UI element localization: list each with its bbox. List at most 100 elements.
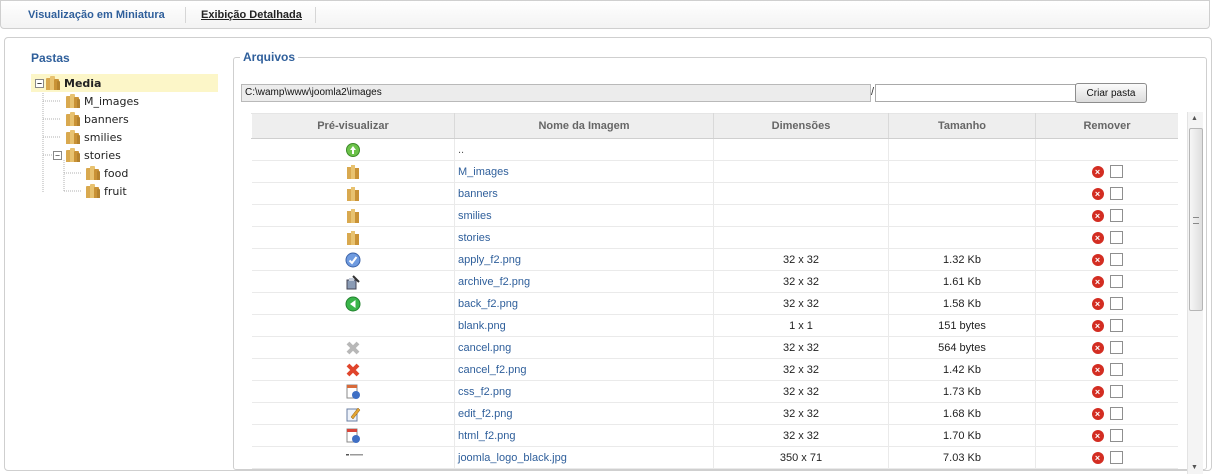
remove-checkbox[interactable] <box>1109 209 1123 222</box>
table-row[interactable]: cancel.png 32 x 32 564 bytes × <box>251 336 1178 359</box>
table-row[interactable]: edit_f2.png 32 x 32 1.68 Kb × <box>251 402 1178 425</box>
tab-divider <box>315 7 316 23</box>
file-name-link[interactable]: cancel.png <box>458 342 511 354</box>
collapse-icon[interactable]: − <box>35 78 44 88</box>
delete-icon[interactable]: × <box>1091 209 1104 222</box>
table-row[interactable]: .. <box>251 138 1178 161</box>
remove-checkbox[interactable] <box>1109 363 1123 376</box>
back-icon[interactable] <box>345 296 361 312</box>
folder-icon[interactable] <box>345 208 361 224</box>
image-name-cell: joomla_logo_black.jpg <box>454 446 714 469</box>
table-row[interactable]: stories × <box>251 226 1178 249</box>
preview-cell <box>251 380 455 403</box>
folder-tree-item-smilies[interactable]: smilies <box>65 128 122 146</box>
delete-icon[interactable]: × <box>1091 319 1104 332</box>
archive-icon[interactable] <box>345 274 361 290</box>
file-name-link[interactable]: cancel_f2.png <box>458 364 527 376</box>
scroll-up-arrow-icon[interactable]: ▲ <box>1191 115 1198 122</box>
remove-checkbox[interactable] <box>1109 341 1123 354</box>
preview-cell <box>251 402 455 425</box>
up-folder-icon[interactable] <box>345 142 361 158</box>
file-name-link[interactable]: apply_f2.png <box>458 254 521 266</box>
collapse-icon[interactable]: − <box>53 150 62 160</box>
folder-tree-item-stories[interactable]: − stories <box>53 146 121 164</box>
file-name-link[interactable]: archive_f2.png <box>458 276 530 288</box>
table-row[interactable]: blank.png 1 x 1 151 bytes × <box>251 314 1178 337</box>
cancel-red-icon[interactable] <box>345 362 361 378</box>
folder-tree-item-banners[interactable]: banners <box>65 110 129 128</box>
image-name-cell: stories <box>454 226 714 249</box>
delete-icon[interactable]: × <box>1091 341 1104 354</box>
cancel-gray-icon[interactable] <box>345 340 361 356</box>
delete-icon[interactable]: × <box>1091 429 1104 442</box>
new-folder-input[interactable] <box>875 84 1076 102</box>
dimensions-cell: 32 x 32 <box>713 402 889 425</box>
joomla-logo-thumb-icon[interactable] <box>345 450 363 466</box>
delete-icon[interactable]: × <box>1091 275 1104 288</box>
remove-checkbox[interactable] <box>1109 297 1123 310</box>
css-file-icon[interactable] <box>345 384 361 400</box>
folder-icon[interactable] <box>345 186 361 202</box>
folder-tree-item-fruit[interactable]: fruit <box>85 182 127 200</box>
table-row[interactable]: joomla_logo_black.jpg 350 x 71 7.03 Kb × <box>251 446 1178 469</box>
folder-tree-root[interactable]: − Media <box>31 74 218 92</box>
table-row[interactable]: smilies × <box>251 204 1178 227</box>
folder-icon[interactable] <box>345 164 361 180</box>
delete-icon[interactable]: × <box>1091 451 1104 464</box>
delete-icon[interactable]: × <box>1091 253 1104 266</box>
file-name-link[interactable]: css_f2.png <box>458 386 511 398</box>
folder-icon <box>85 184 101 198</box>
parent-directory-link[interactable]: .. <box>458 144 464 156</box>
file-name-link[interactable]: smilies <box>458 210 492 222</box>
remove-checkbox[interactable] <box>1109 319 1123 332</box>
remove-checkbox[interactable] <box>1109 253 1123 266</box>
table-row[interactable]: html_f2.png 32 x 32 1.70 Kb × <box>251 424 1178 447</box>
create-folder-button[interactable]: Criar pasta <box>1075 83 1147 103</box>
file-name-link[interactable]: M_images <box>458 166 509 178</box>
table-row[interactable]: M_images × <box>251 160 1178 183</box>
remove-checkbox[interactable] <box>1109 429 1123 442</box>
file-name-link[interactable]: joomla_logo_black.jpg <box>458 452 567 464</box>
file-name-link[interactable]: edit_f2.png <box>458 408 512 420</box>
delete-icon[interactable]: × <box>1091 363 1104 376</box>
delete-icon[interactable]: × <box>1091 385 1104 398</box>
folder-icon[interactable] <box>345 230 361 246</box>
remove-checkbox[interactable] <box>1109 187 1123 200</box>
delete-icon[interactable]: × <box>1091 187 1104 200</box>
table-row[interactable]: cancel_f2.png 32 x 32 1.42 Kb × <box>251 358 1178 381</box>
column-header-remove: Remover <box>1035 113 1178 139</box>
delete-icon[interactable]: × <box>1091 407 1104 420</box>
remove-checkbox[interactable] <box>1109 407 1123 420</box>
file-name-link[interactable]: back_f2.png <box>458 298 518 310</box>
file-name-link[interactable]: stories <box>458 232 490 244</box>
remove-checkbox[interactable] <box>1109 231 1123 244</box>
table-row[interactable]: archive_f2.png 32 x 32 1.61 Kb × <box>251 270 1178 293</box>
folder-tree-item-food[interactable]: food <box>85 164 128 182</box>
delete-icon[interactable]: × <box>1091 231 1104 244</box>
folder-tree-item-m-images[interactable]: M_images <box>65 92 139 110</box>
edit-icon[interactable] <box>345 406 361 422</box>
table-row[interactable]: css_f2.png 32 x 32 1.73 Kb × <box>251 380 1178 403</box>
delete-icon[interactable]: × <box>1091 297 1104 310</box>
scrollbar-thumb[interactable] <box>1189 128 1203 311</box>
file-name-link[interactable]: banners <box>458 188 498 200</box>
apply-icon[interactable] <box>345 252 361 268</box>
remove-checkbox[interactable] <box>1109 385 1123 398</box>
scroll-down-arrow-icon[interactable]: ▼ <box>1191 464 1198 471</box>
column-header-size: Tamanho <box>888 113 1036 139</box>
remove-checkbox[interactable] <box>1109 451 1123 464</box>
table-row[interactable]: back_f2.png 32 x 32 1.58 Kb × <box>251 292 1178 315</box>
remove-checkbox[interactable] <box>1109 165 1123 178</box>
table-row[interactable]: apply_f2.png 32 x 32 1.32 Kb × <box>251 248 1178 271</box>
file-name-link[interactable]: html_f2.png <box>458 430 515 442</box>
file-list-scrollbar[interactable]: ▲ ▼ <box>1187 112 1203 474</box>
remove-checkbox[interactable] <box>1109 275 1123 288</box>
folder-tree-root-label: Media <box>64 76 102 90</box>
tab-detail-view[interactable]: Exibição Detalhada <box>201 9 302 21</box>
delete-icon[interactable]: × <box>1091 165 1104 178</box>
table-row[interactable]: banners × <box>251 182 1178 205</box>
tab-thumbnail-view[interactable]: Visualização em Miniatura <box>28 9 165 21</box>
remove-cell: × <box>1035 402 1178 425</box>
file-name-link[interactable]: blank.png <box>458 320 506 332</box>
html-file-icon[interactable] <box>345 428 361 444</box>
